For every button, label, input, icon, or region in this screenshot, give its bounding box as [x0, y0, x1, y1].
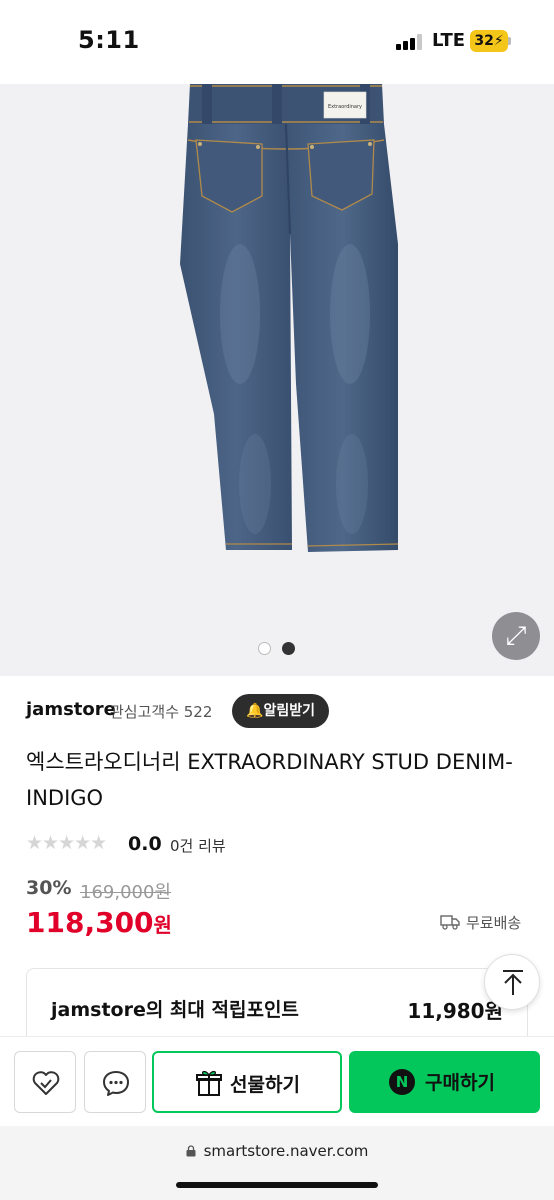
talktalk-button[interactable]	[84, 1051, 146, 1113]
shipping-label: 무료배송	[466, 914, 522, 932]
price-value: 118,300	[26, 906, 154, 939]
original-price: 169,000원	[80, 882, 171, 903]
expand-icon[interactable]: ⤢	[492, 612, 540, 660]
gift-icon	[196, 1070, 222, 1096]
home-indicator[interactable]	[176, 1182, 378, 1188]
truck-icon	[440, 915, 460, 930]
product-image[interactable]: Extraordinary	[0, 84, 554, 676]
buy-label: 구매하기	[425, 1072, 495, 1094]
purchase-action-bar: 선물하기 N 구매하기	[0, 1036, 554, 1126]
store-info: jamstore 관심고객수 522 🔔알림받기	[26, 694, 526, 728]
product-title: 엑스트라오디너리 EXTRAORDINARY STUD DENIM-INDIGO	[26, 750, 513, 810]
status-bar: 5:11 LTE 32⚡	[0, 0, 554, 84]
heart-check-icon	[32, 1071, 60, 1095]
gallery-pagination	[258, 642, 298, 656]
gift-button[interactable]: 선물하기	[152, 1051, 342, 1113]
brand-label-tag: Extraordinary	[328, 104, 362, 110]
battery-icon: 32⚡	[470, 30, 508, 52]
discount-row: 30% 169,000원	[26, 877, 326, 903]
rating-row[interactable]: ★★★★★ 0.0 0건 리뷰	[26, 830, 426, 858]
signal-icon	[396, 34, 422, 50]
url-text: smartstore.naver.com	[203, 1142, 369, 1160]
star-rating-icon: ★★★★★	[26, 832, 107, 854]
battery-tip	[508, 37, 511, 45]
product-image-gallery[interactable]: Extraordinary ⤢	[0, 84, 554, 676]
battery-level: 32	[474, 33, 494, 49]
wishlist-button[interactable]	[14, 1051, 76, 1113]
gift-label: 선물하기	[230, 1074, 300, 1096]
arrow-up-icon	[503, 970, 523, 995]
price-unit: 원	[153, 913, 172, 937]
store-followers: 관심고객수 522	[110, 703, 213, 721]
buy-button[interactable]: N 구매하기	[349, 1051, 540, 1113]
alarm-subscribe-button[interactable]: 🔔알림받기	[232, 694, 329, 728]
pagination-dot[interactable]	[258, 642, 271, 655]
rating-value: 0.0	[128, 833, 162, 855]
status-time: 5:11	[78, 26, 140, 54]
chat-bubble-icon	[103, 1071, 129, 1096]
naver-n-icon: N	[389, 1069, 415, 1095]
sale-price: 118,300원	[26, 906, 426, 942]
url-display[interactable]: smartstore.naver.com	[0, 1142, 554, 1160]
points-label: jamstore의 최대 적립포인트	[51, 999, 299, 1021]
shipping-info: 무료배송	[440, 912, 540, 934]
pagination-dot-active[interactable]	[282, 642, 295, 655]
review-count[interactable]: 0건 리뷰	[170, 835, 226, 856]
store-name[interactable]: jamstore	[26, 699, 116, 720]
alarm-label: 알림받기	[263, 703, 315, 719]
discount-rate: 30%	[26, 877, 72, 899]
lock-icon	[186, 1145, 196, 1157]
bell-plus-icon: 🔔	[246, 703, 264, 719]
browser-address-bar[interactable]: smartstore.naver.com	[0, 1126, 554, 1200]
network-type: LTE	[432, 30, 466, 51]
scroll-to-top-button[interactable]	[484, 954, 540, 1010]
